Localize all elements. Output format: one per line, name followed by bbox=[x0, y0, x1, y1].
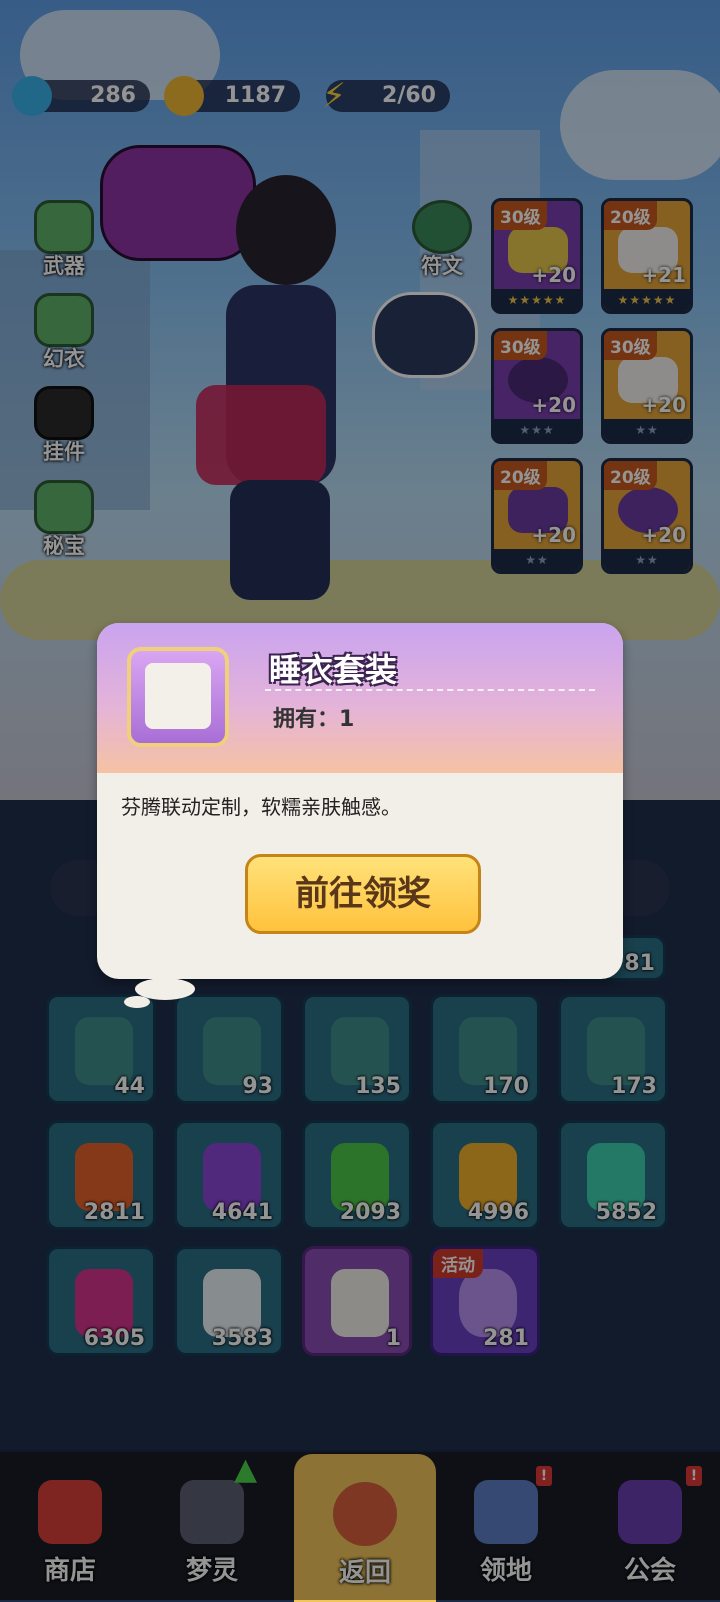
claim-reward-button[interactable]: 前往领奖 bbox=[245, 854, 481, 934]
item-detail-popup: 睡衣套装 拥有：1 芬腾联动定制，软糯亲肤触感。 前往领奖 bbox=[97, 623, 623, 979]
hammer-weapon-illustration bbox=[100, 145, 256, 261]
shirt-icon bbox=[34, 293, 94, 347]
inventory-cell[interactable]: 4996 bbox=[430, 1120, 540, 1230]
energy-counter[interactable]: ⚡ 2/60 bbox=[322, 76, 450, 116]
territory-icon bbox=[474, 1480, 538, 1544]
inventory-cell[interactable]: 5852 bbox=[558, 1120, 668, 1230]
notification-badge: ! bbox=[686, 1466, 702, 1486]
inventory-cell[interactable]: 93 bbox=[174, 994, 284, 1104]
inventory-cell-event-item[interactable]: 活动 281 bbox=[430, 1246, 540, 1356]
nav-territory[interactable]: 领地 ! bbox=[446, 1452, 566, 1600]
coin-icon bbox=[164, 76, 204, 116]
nav-back[interactable]: 返回 bbox=[294, 1454, 436, 1602]
inventory-cell[interactable]: 44 bbox=[46, 994, 156, 1104]
coin-counter[interactable]: 1187 bbox=[164, 76, 300, 116]
divider bbox=[265, 689, 595, 691]
inventory-cell[interactable]: 173 bbox=[558, 994, 668, 1104]
side-menu-costume[interactable]: 幻衣 bbox=[26, 293, 102, 373]
inventory-cell[interactable]: 3583 bbox=[174, 1246, 284, 1356]
owned-count: 拥有：1 bbox=[273, 707, 355, 732]
pajama-icon bbox=[331, 1269, 389, 1337]
inventory-cell[interactable]: 4641 bbox=[174, 1120, 284, 1230]
inventory-cell[interactable]: 6305 bbox=[46, 1246, 156, 1356]
return-arrow-icon bbox=[333, 1482, 397, 1546]
shop-icon bbox=[38, 1480, 102, 1544]
inventory-cell[interactable]: 135 bbox=[302, 994, 412, 1104]
popup-title: 睡衣套装 bbox=[269, 651, 398, 689]
equipment-slot-6[interactable]: 20级 +20 ★★ bbox=[601, 458, 693, 574]
treasure-icon bbox=[34, 480, 94, 534]
notification-badge: ! bbox=[536, 1466, 552, 1486]
pet-bird-illustration bbox=[372, 292, 478, 378]
character-head bbox=[236, 175, 336, 285]
character-sash bbox=[196, 385, 326, 485]
side-menu-weapon[interactable]: 武器 bbox=[26, 200, 102, 280]
pajama-icon bbox=[127, 647, 229, 747]
guild-icon bbox=[618, 1480, 682, 1544]
inventory-cell[interactable]: 2093 bbox=[302, 1120, 412, 1230]
side-menu-treasure[interactable]: 秘宝 bbox=[26, 480, 102, 560]
equipment-slot-3[interactable]: 30级 +20 ★★★ bbox=[491, 328, 583, 444]
nav-dream-spirit[interactable]: 梦灵 ▲ bbox=[152, 1452, 272, 1600]
rune-icon bbox=[412, 200, 472, 254]
equipment-slot-5[interactable]: 20级 +20 ★★ bbox=[491, 458, 583, 574]
speech-bubble-tail-small bbox=[124, 996, 150, 1008]
event-tag: 活动 bbox=[433, 1249, 483, 1278]
item-description: 芬腾联动定制，软糯亲肤触感。 bbox=[121, 795, 401, 819]
lightning-icon: ⚡ bbox=[322, 76, 346, 116]
weapon-icon bbox=[34, 200, 94, 254]
cat-pendant-icon bbox=[34, 386, 94, 440]
gem-icon bbox=[12, 76, 52, 116]
inventory-cell[interactable]: 2811 bbox=[46, 1120, 156, 1230]
inventory-cell-pajama-set[interactable]: 1 bbox=[302, 1246, 412, 1356]
rune-button[interactable]: 符文 bbox=[404, 200, 480, 280]
gem-counter[interactable]: 286 bbox=[12, 76, 150, 116]
side-menu-pendant[interactable]: 挂件 bbox=[26, 386, 102, 466]
nav-guild[interactable]: 公会 ! bbox=[590, 1452, 710, 1600]
equipment-slot-4[interactable]: 30级 +20 ★★ bbox=[601, 328, 693, 444]
equipment-slot-2[interactable]: 20级 +21 ★★★★★ bbox=[601, 198, 693, 314]
up-arrow-icon: ▲ bbox=[234, 1452, 258, 1487]
equipment-slot-1[interactable]: 30级 +20 ★★★★★ bbox=[491, 198, 583, 314]
character-legs bbox=[230, 480, 330, 600]
nav-shop[interactable]: 商店 bbox=[10, 1452, 130, 1600]
inventory-cell[interactable]: 170 bbox=[430, 994, 540, 1104]
dream-spirit-icon bbox=[180, 1480, 244, 1544]
